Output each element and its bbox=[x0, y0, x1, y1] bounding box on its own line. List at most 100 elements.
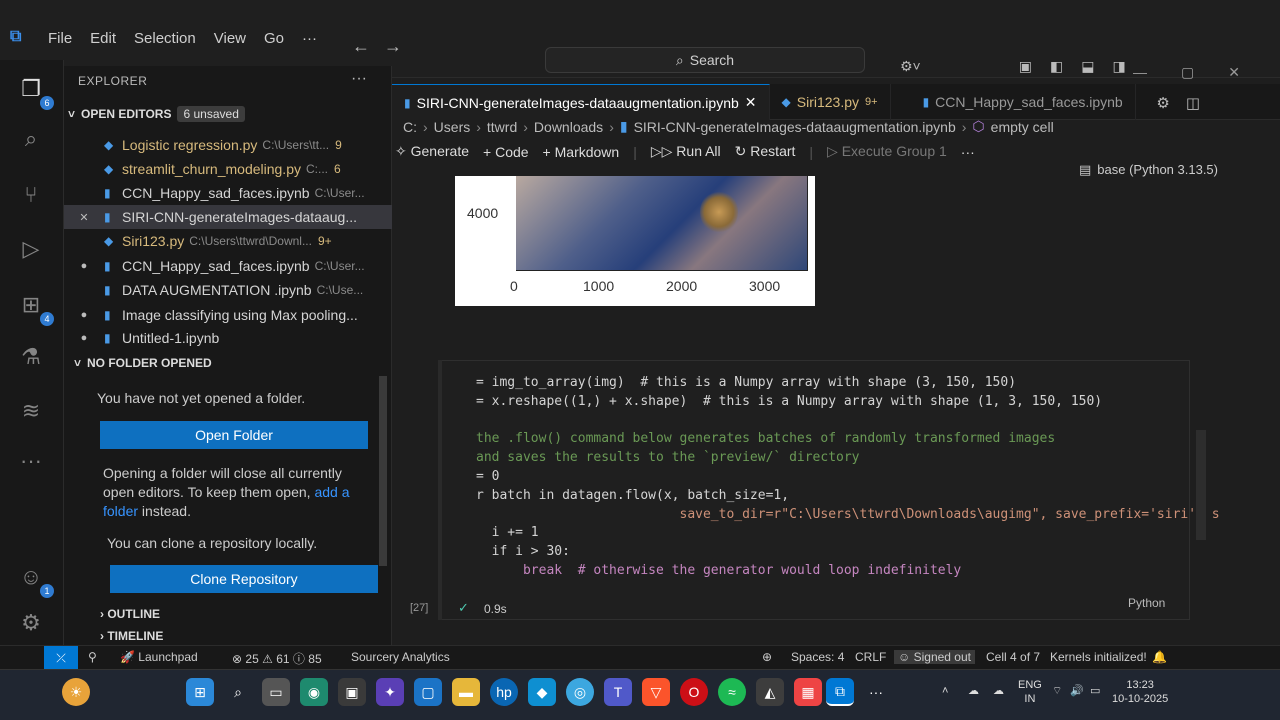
indentation[interactable]: Spaces: 4 bbox=[791, 650, 844, 664]
opera-icon[interactable]: O bbox=[680, 678, 708, 706]
windows-start-icon[interactable]: ⊞ bbox=[186, 678, 214, 706]
menu-file[interactable]: File bbox=[48, 30, 72, 47]
breadcrumb-item[interactable]: empty cell bbox=[991, 119, 1054, 135]
extensions-icon[interactable]: ⊞ 4 bbox=[14, 288, 54, 326]
copilot-app-icon[interactable]: ✦ bbox=[376, 678, 404, 706]
volume-icon[interactable]: 🔊 bbox=[1070, 684, 1084, 698]
sourcery-analytics[interactable]: Sourcery Analytics bbox=[351, 650, 450, 664]
remote-indicator-icon[interactable]: ⤫ bbox=[44, 646, 78, 670]
open-editor-item[interactable]: ▮ DATA AUGMENTATION .ipynb C:\Use... bbox=[64, 278, 392, 302]
open-editor-item[interactable]: ◆ streamlit_churn_modeling.py C:... 6 bbox=[64, 157, 392, 181]
more-apps-icon[interactable]: ··· bbox=[862, 678, 890, 706]
menu-view[interactable]: View bbox=[214, 30, 246, 47]
tab-siri123[interactable]: ◆ Siri123.py 9+ bbox=[770, 84, 891, 120]
language-indicator[interactable]: ENG IN bbox=[1018, 678, 1042, 706]
testing-icon[interactable]: ⚗ bbox=[14, 340, 48, 374]
open-editor-item[interactable]: ● ▮ Image classifying using Max pooling..… bbox=[64, 303, 392, 327]
breadcrumb-item[interactable]: Users bbox=[434, 119, 471, 135]
clone-repository-button[interactable]: Clone Repository bbox=[110, 565, 378, 593]
toggle-sidebar-icon[interactable]: ◧ bbox=[1050, 58, 1063, 75]
forward-arrow-icon[interactable]: → bbox=[384, 36, 416, 56]
clock[interactable]: 13:23 10-10-2025 bbox=[1112, 678, 1168, 706]
menu-go[interactable]: Go bbox=[264, 30, 284, 47]
kernel-picker[interactable]: ▤ base (Python 3.13.5) bbox=[1079, 162, 1218, 178]
breadcrumb-item[interactable]: ttwrd bbox=[487, 119, 517, 135]
stack-icon[interactable]: ≋ bbox=[14, 394, 48, 428]
launchpad-button[interactable]: 🚀 Launchpad bbox=[120, 650, 198, 664]
edge-browser-icon[interactable]: ◉ bbox=[300, 678, 328, 706]
search-view-icon[interactable]: ⌕ bbox=[14, 122, 48, 156]
chrome-icon[interactable]: ◎ bbox=[566, 678, 594, 706]
weather-icon[interactable]: ☀ bbox=[62, 678, 90, 706]
menu-selection[interactable]: Selection bbox=[134, 30, 196, 47]
open-editor-item[interactable]: ● ▮ CCN_Happy_sad_faces.ipynb C:\User... bbox=[64, 254, 392, 278]
teams-icon[interactable]: T bbox=[604, 678, 632, 706]
cell-language[interactable]: Python bbox=[1128, 596, 1165, 610]
menu-edit[interactable]: Edit bbox=[90, 30, 116, 47]
cloud-icon[interactable]: ☁ bbox=[993, 684, 1004, 698]
tab-ccn-happy-sad[interactable]: ▮ CCN_Happy_sad_faces.ipynb bbox=[911, 84, 1136, 120]
hp-icon[interactable]: hp bbox=[490, 678, 518, 706]
execute-group-button[interactable]: ▷ Execute Group 1 bbox=[827, 143, 947, 160]
task-view-icon[interactable]: ▭ bbox=[262, 678, 290, 706]
explorer-icon[interactable]: ❐ 6 bbox=[14, 72, 54, 110]
run-debug-icon[interactable]: ▷ bbox=[14, 232, 48, 266]
generate-button[interactable]: ✧ Generate bbox=[395, 143, 469, 160]
kernels-status[interactable]: Kernels initialized! bbox=[1050, 650, 1147, 664]
toggle-panel-icon[interactable]: ⬓ bbox=[1081, 58, 1094, 75]
source-control-icon[interactable]: ⑂ bbox=[14, 178, 48, 212]
brave-icon[interactable]: ▽ bbox=[642, 678, 670, 706]
account-icon[interactable]: ☺ 1 bbox=[14, 560, 54, 598]
add-code-button[interactable]: + Code bbox=[483, 144, 529, 160]
end-of-line[interactable]: CRLF bbox=[855, 650, 886, 664]
breadcrumb-item[interactable]: SIRI-CNN-generateImages-dataaugmentation… bbox=[634, 119, 956, 135]
breadcrumb-item[interactable]: C: bbox=[403, 119, 417, 135]
breadcrumb-item[interactable]: Downloads bbox=[534, 119, 603, 135]
layout-custom-icon[interactable]: ▣ bbox=[1019, 58, 1032, 75]
maximize-icon[interactable]: ▢ bbox=[1181, 64, 1194, 81]
onedrive-icon[interactable]: ☁ bbox=[968, 684, 979, 698]
outline-section[interactable]: › OUTLINE bbox=[100, 607, 160, 621]
toggle-secondary-sidebar-icon[interactable]: ◨ bbox=[1112, 58, 1125, 75]
open-folder-button[interactable]: Open Folder bbox=[100, 421, 368, 449]
file-explorer-icon[interactable]: ▬ bbox=[452, 678, 480, 706]
restart-button[interactable]: ↻ Restart bbox=[735, 143, 796, 160]
app-icon[interactable]: ▦ bbox=[794, 678, 822, 706]
open-editor-item[interactable]: ◆ Siri123.py C:\Users\ttwrd\Downl... 9+ bbox=[64, 229, 392, 253]
app-icon[interactable]: ◭ bbox=[756, 678, 784, 706]
security-icon[interactable]: ◆ bbox=[528, 678, 556, 706]
open-editor-item[interactable]: ● ▮ Untitled-1.ipynb bbox=[64, 326, 392, 350]
notifications-bell-icon[interactable]: 🔔 bbox=[1152, 650, 1167, 664]
spotify-icon[interactable]: ≈ bbox=[718, 678, 746, 706]
copilot-icon[interactable]: ⚙˅ bbox=[900, 58, 921, 75]
split-editor-icon[interactable]: ◫ bbox=[1186, 94, 1200, 112]
no-folder-section[interactable]: ˅ NO FOLDER OPENED bbox=[64, 356, 392, 370]
add-markdown-button[interactable]: + Markdown bbox=[543, 144, 620, 160]
app-icon[interactable]: ▢ bbox=[414, 678, 442, 706]
more-views-icon[interactable]: ··· bbox=[14, 444, 48, 478]
run-all-button[interactable]: ▷▷ Run All bbox=[651, 143, 721, 160]
sync-icon[interactable]: ⚲ bbox=[88, 650, 97, 664]
taskbar-search-icon[interactable]: ⌕ bbox=[224, 678, 252, 706]
signed-out-status[interactable]: ☺ Signed out bbox=[894, 650, 975, 664]
minimize-icon[interactable]: — bbox=[1133, 64, 1147, 81]
sidebar-scrollbar[interactable] bbox=[379, 376, 387, 566]
zoom-icon[interactable]: ⊕ bbox=[762, 650, 772, 664]
search-box[interactable]: ⌕ Search bbox=[545, 47, 865, 73]
open-editors-section[interactable]: ˅ OPEN EDITORS 6 unsaved bbox=[64, 106, 392, 122]
timeline-section[interactable]: › TIMELINE bbox=[100, 629, 163, 643]
explorer-more-icon[interactable]: ··· bbox=[351, 70, 367, 88]
code-editor[interactable]: = img_to_array(img) # this is a Numpy ar… bbox=[476, 374, 1220, 581]
open-editor-item-active[interactable]: ✕ ▮ SIRI-CNN-generateImages-dataaug... bbox=[64, 205, 392, 229]
menu-more[interactable]: ··· bbox=[302, 30, 317, 47]
back-arrow-icon[interactable]: ← bbox=[352, 36, 384, 56]
battery-icon[interactable]: ▭ bbox=[1090, 684, 1100, 698]
tray-chevron-icon[interactable]: ˄ bbox=[942, 684, 948, 698]
problems-indicator[interactable]: ⊗ 25 ⚠ 61 ⓘ 85 bbox=[232, 650, 322, 667]
settings-gear-icon[interactable]: ⚙ bbox=[14, 606, 48, 640]
close-window-icon[interactable]: ✕ bbox=[1228, 64, 1240, 81]
toolbar-more-button[interactable]: ··· bbox=[961, 144, 975, 160]
vscode-taskbar-icon[interactable]: ⧉ bbox=[826, 678, 854, 706]
open-editor-item[interactable]: ▮ CCN_Happy_sad_faces.ipynb C:\User... bbox=[64, 181, 392, 205]
store-icon[interactable]: ▣ bbox=[338, 678, 366, 706]
